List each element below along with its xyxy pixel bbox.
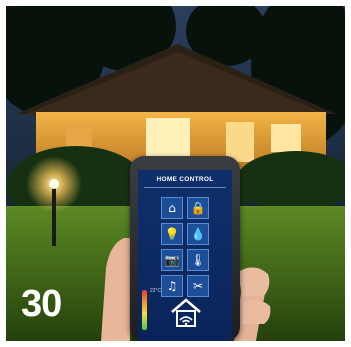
bulb-icon[interactable]: 💡 [161,223,183,245]
house-window [271,124,301,152]
divider [144,187,226,188]
photo-frame: HOME CONTROL ⌂ 🔒 💡 💧 📷 🌡 ♫ ✂ 22°C 30 [6,6,345,341]
smartphone: HOME CONTROL ⌂ 🔒 💡 💧 📷 🌡 ♫ ✂ 22°C [130,156,240,341]
control-grid: ⌂ 🔒 💡 💧 📷 🌡 ♫ ✂ [161,197,209,297]
water-drop-icon[interactable]: 💧 [187,223,209,245]
lamp-post [52,184,56,246]
temperature-gauge [142,290,147,330]
camera-icon[interactable]: 📷 [161,249,183,271]
screen-title: HOME CONTROL [156,176,214,183]
temperature-label: 22°C [150,288,162,294]
article-number: 30 [21,283,62,325]
house-icon[interactable]: ⌂ [161,197,183,219]
house-window [146,118,190,158]
thermometer-icon[interactable]: 🌡 [187,249,209,271]
home-wifi-icon[interactable] [168,294,204,330]
phone-screen: HOME CONTROL ⌂ 🔒 💡 💧 📷 🌡 ♫ ✂ 22°C [138,170,232,341]
lock-icon[interactable]: 🔒 [187,197,209,219]
